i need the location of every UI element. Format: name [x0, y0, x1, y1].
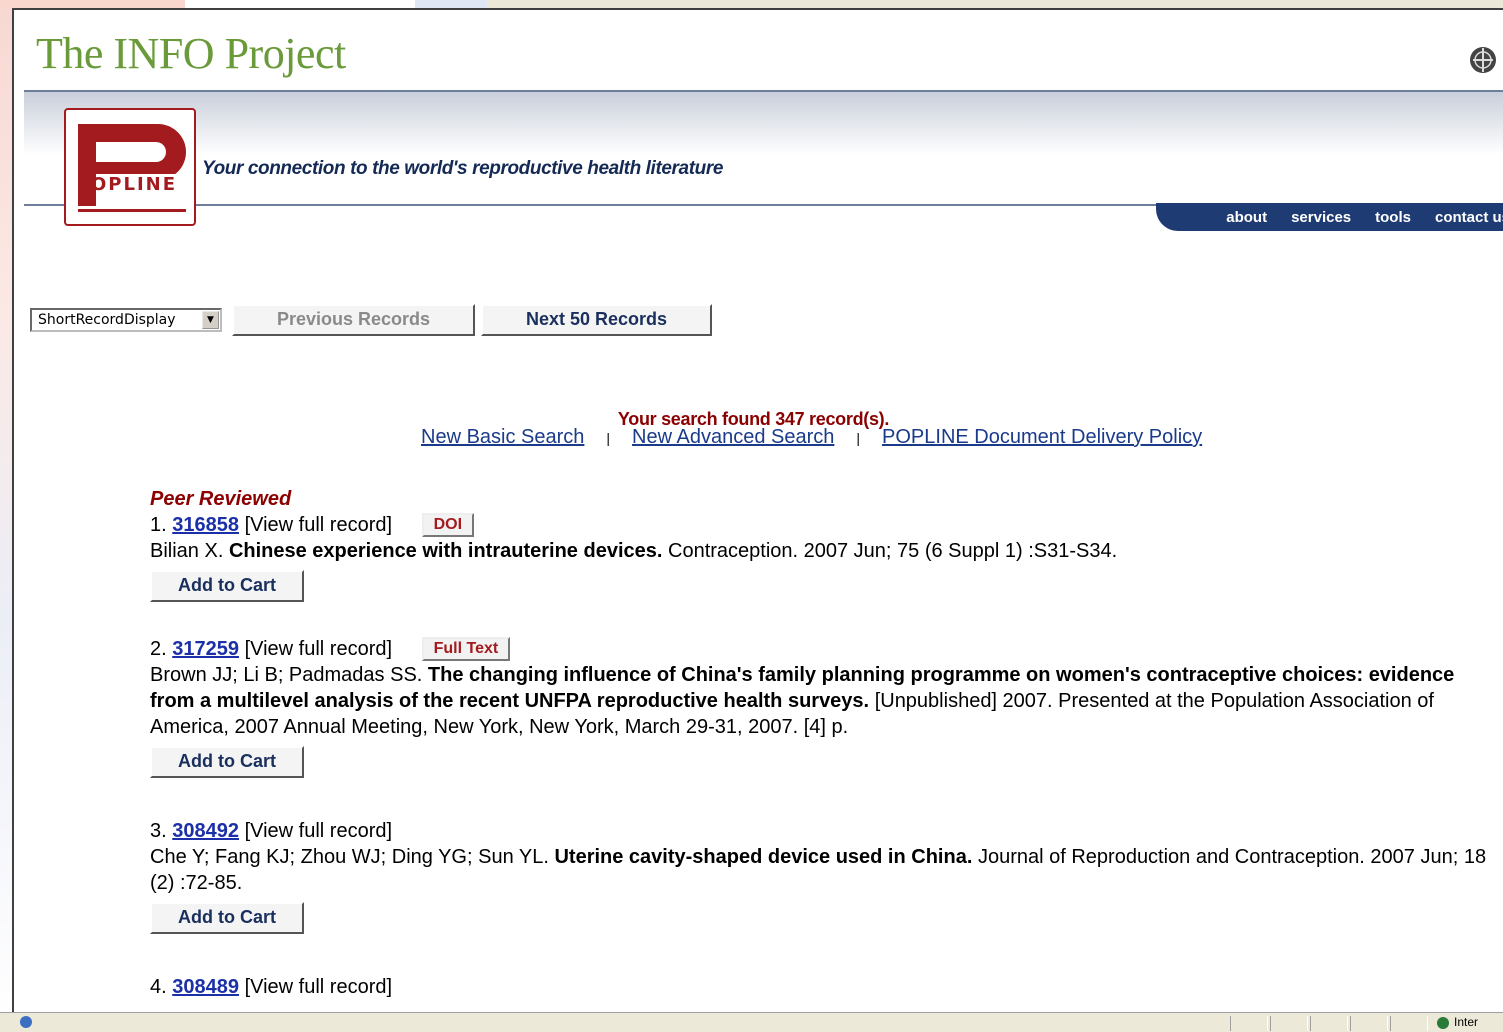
site-title: The INFO Project [36, 29, 346, 78]
results-list: Peer Reviewed 1. 316858 [View full recor… [150, 486, 1500, 1000]
browser-content-frame: The INFO Project OPLINE Your connection … [12, 8, 1503, 1014]
view-full-record-label: [View full record] [244, 820, 393, 842]
popline-logo[interactable]: OPLINE [64, 108, 196, 226]
list-item: 4. 308489 [View full record] [150, 976, 393, 998]
new-basic-search-link[interactable]: New Basic Search [421, 426, 584, 448]
nav-about[interactable]: about [1226, 209, 1267, 226]
tagline: Your connection to the world's reproduct… [202, 158, 723, 179]
list-item: 3. 308492 [View full record] Che Y; Fang… [150, 818, 1500, 934]
display-format-select[interactable]: ShortRecordDisplay ▼ [30, 308, 222, 332]
chevron-down-icon[interactable]: ▼ [202, 311, 219, 329]
nav-tools[interactable]: tools [1375, 209, 1411, 226]
previous-records-button[interactable]: Previous Records [232, 304, 475, 336]
add-to-cart-button[interactable]: Add to Cart [150, 746, 304, 778]
browser-address-strip [0, 0, 1503, 8]
peer-reviewed-heading: Peer Reviewed [150, 488, 292, 510]
record-id-link[interactable]: 308492 [172, 820, 239, 842]
popline-p-icon [78, 124, 190, 212]
doi-badge[interactable]: DOI [421, 513, 475, 537]
nav-services[interactable]: services [1291, 209, 1351, 226]
document-delivery-policy-link[interactable]: POPLINE Document Delivery Policy [882, 426, 1202, 448]
record-id-link[interactable]: 316858 [172, 514, 239, 536]
zone-label: Inter [1454, 1015, 1479, 1029]
view-full-record-label: [View full record] [244, 976, 393, 998]
header-band [24, 90, 1503, 206]
popline-logo-text: OPLINE [91, 174, 178, 195]
ie-page-icon [20, 1016, 32, 1028]
record-citation: Contraception. 2007 Jun; 75 (6 Suppl 1) … [668, 540, 1118, 562]
list-item: 1. 316858 [View full record] DOI Bilian … [150, 512, 1500, 602]
record-title: Chinese experience with intrauterine dev… [228, 540, 663, 562]
status-bar: Inter [0, 1012, 1503, 1032]
full-text-badge[interactable]: Full Text [421, 637, 511, 661]
display-format-value: ShortRecordDisplay [38, 312, 176, 328]
record-id-link[interactable]: 308489 [172, 976, 239, 998]
add-to-cart-button[interactable]: Add to Cart [150, 902, 304, 934]
record-title: Uterine cavity-shaped device used in Chi… [554, 846, 973, 868]
view-full-record-label: [View full record] [244, 638, 393, 660]
internet-zone-icon [1437, 1017, 1449, 1029]
list-item: 2. 317259 [View full record] Full Text B… [150, 636, 1500, 778]
university-seal-icon [1470, 47, 1496, 73]
view-full-record-label: [View full record] [244, 514, 393, 536]
nav-contact-us[interactable]: contact us [1435, 209, 1503, 226]
next-records-button[interactable]: Next 50 Records [481, 304, 712, 336]
new-advanced-search-link[interactable]: New Advanced Search [632, 426, 834, 448]
top-nav: about services tools contact us [1156, 203, 1503, 231]
add-to-cart-button[interactable]: Add to Cart [150, 570, 304, 602]
search-links: New Basic Search | New Advanced Search | POP… [421, 426, 1203, 448]
record-id-link[interactable]: 317259 [172, 638, 239, 660]
